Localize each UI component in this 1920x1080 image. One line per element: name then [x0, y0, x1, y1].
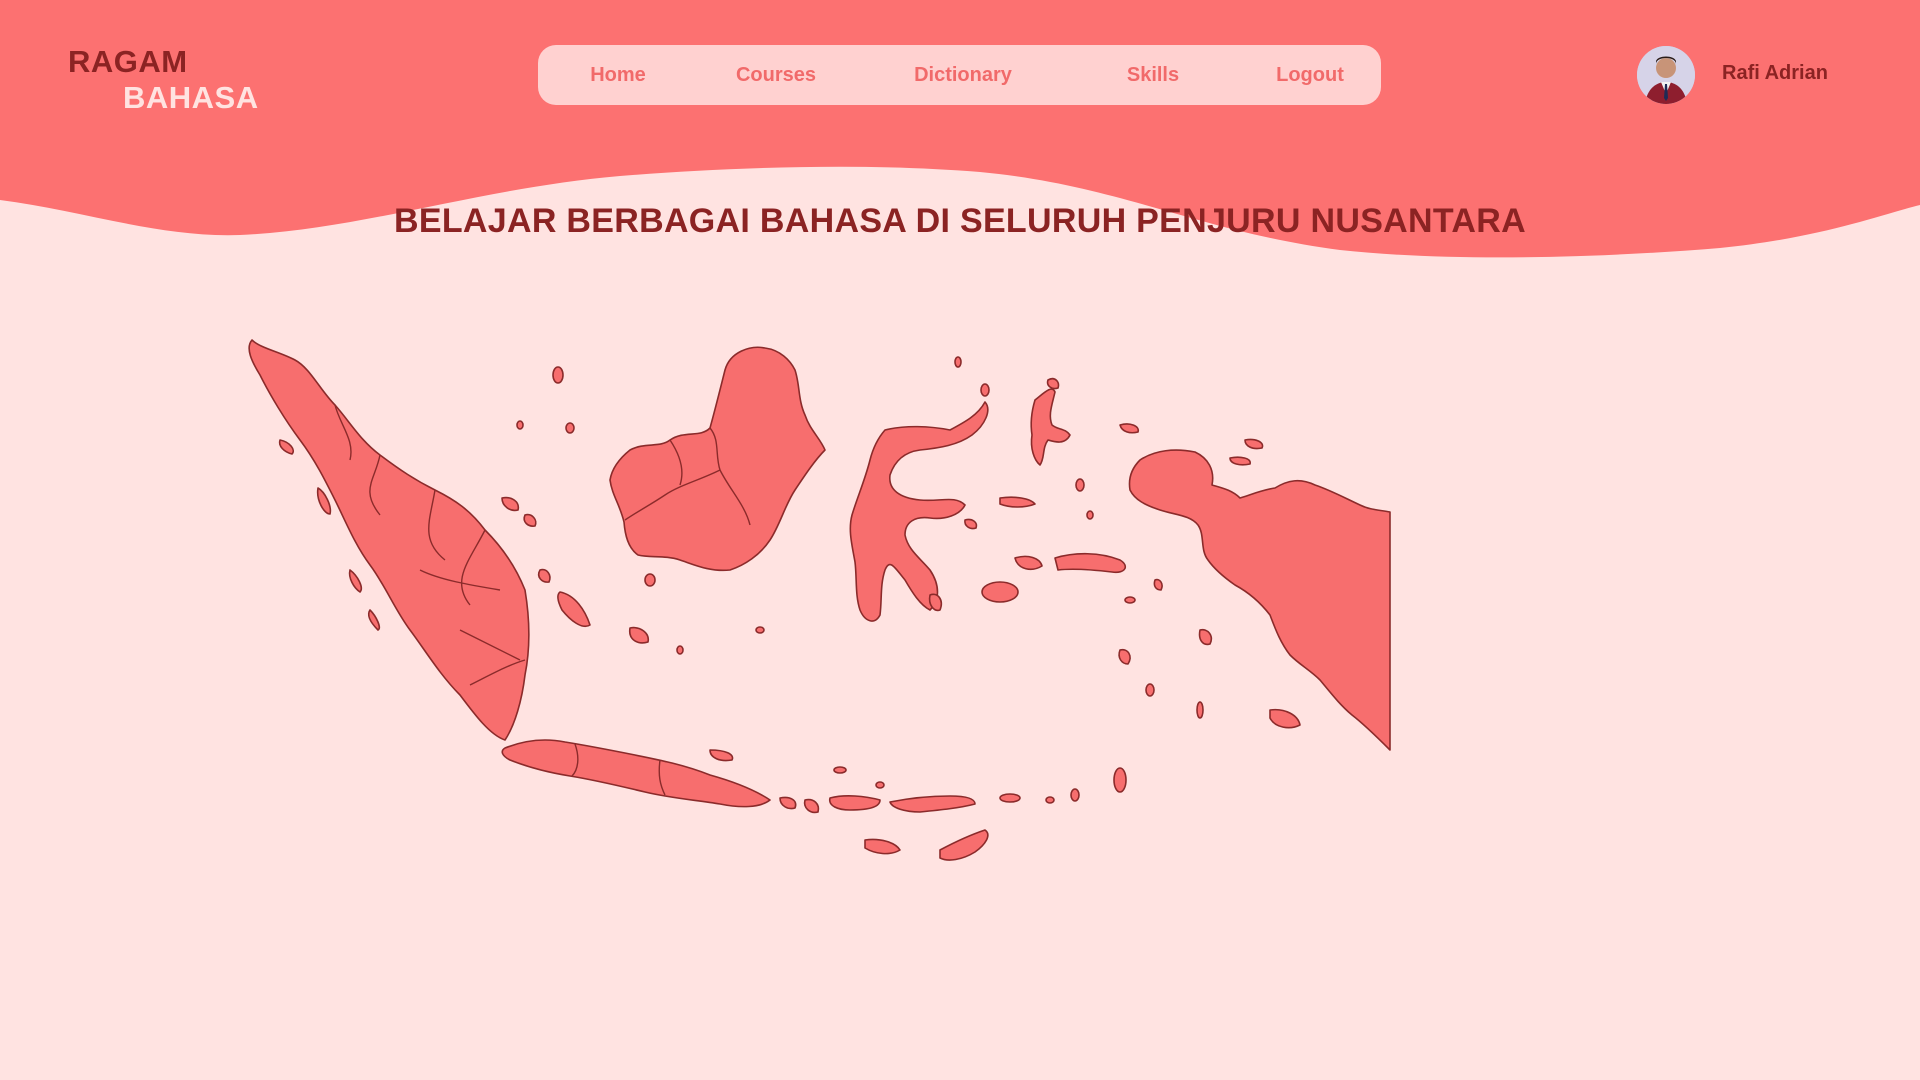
- islet-9: [1113, 767, 1127, 793]
- islet-1: [552, 366, 564, 384]
- islet-18: [980, 383, 990, 397]
- island-tanimbar: [1118, 648, 1131, 665]
- island-sulawesi: [849, 401, 989, 622]
- island-mentawai: [367, 609, 381, 631]
- nav-dictionary[interactable]: Dictionary: [893, 45, 1033, 105]
- island-sula: [999, 496, 1036, 508]
- nav-home[interactable]: Home: [568, 45, 668, 105]
- islet-17: [954, 356, 962, 368]
- island-belitung: [628, 626, 650, 644]
- islet-5: [676, 645, 684, 655]
- islet-11: [1196, 701, 1204, 719]
- brand-logo[interactable]: RAGAM BAHASA: [68, 44, 259, 116]
- island-dolak: [1269, 708, 1301, 729]
- island-aru: [1198, 628, 1213, 646]
- islet-2: [516, 420, 524, 430]
- island-buru: [1014, 555, 1043, 571]
- islet-15: [1075, 478, 1085, 492]
- nav-skills[interactable]: Skills: [1103, 45, 1203, 105]
- brand-line-1: RAGAM: [68, 44, 188, 79]
- user-avatar[interactable]: [1637, 46, 1695, 104]
- page: RAGAM BAHASA Home Courses Dictionary Ski…: [0, 0, 1920, 1080]
- island-waigeo: [1119, 423, 1140, 434]
- islet-7: [981, 581, 1019, 603]
- islet-4: [644, 573, 656, 587]
- islet-8: [1070, 788, 1080, 802]
- user-photo-icon: [1637, 46, 1695, 104]
- hero-title: BELAJAR BERBAGAI BAHASA DI SELURUH PENJU…: [394, 202, 1526, 240]
- island-banggai: [964, 518, 978, 530]
- islet-6: [755, 626, 765, 634]
- main-nav: Home Courses Dictionary Skills Logout: [538, 45, 1381, 105]
- island-biak: [1244, 438, 1264, 450]
- island-kei: [1153, 578, 1163, 591]
- islet-13: [1045, 796, 1055, 804]
- island-yapen: [1229, 456, 1251, 466]
- island-riau: [501, 496, 520, 512]
- island-papua: [1128, 449, 1391, 751]
- nav-logout[interactable]: Logout: [1255, 45, 1365, 105]
- island-sumatra: [248, 339, 530, 741]
- brand-line-2: BAHASA: [123, 80, 259, 115]
- islet-16: [1086, 510, 1094, 520]
- islet-12: [999, 793, 1021, 803]
- indonesia-map-icon: [248, 339, 1391, 861]
- islet-14: [1124, 596, 1136, 604]
- island-siberut: [348, 569, 363, 593]
- island-sumbawa: [828, 795, 881, 811]
- island-riau-2: [523, 513, 537, 527]
- island-timor: [939, 829, 989, 861]
- island-lombok: [803, 798, 820, 814]
- islet-3: [565, 422, 575, 434]
- nav-courses[interactable]: Courses: [716, 45, 836, 105]
- island-sumba: [864, 838, 901, 855]
- island-java: [501, 739, 771, 808]
- island-bangka: [557, 591, 591, 628]
- islet-19: [833, 766, 847, 774]
- island-flores: [889, 795, 976, 813]
- island-seram: [1054, 552, 1127, 574]
- island-morotai: [1046, 377, 1060, 390]
- islet-10: [1145, 683, 1155, 697]
- island-bali: [779, 796, 797, 810]
- user-name[interactable]: Rafi Adrian: [1722, 62, 1828, 85]
- islet-20: [875, 781, 885, 789]
- island-simeulue: [278, 439, 295, 455]
- island-halmahera: [1030, 388, 1071, 466]
- island-madura: [709, 749, 734, 762]
- island-lingga: [537, 568, 551, 583]
- island-nias: [316, 487, 332, 515]
